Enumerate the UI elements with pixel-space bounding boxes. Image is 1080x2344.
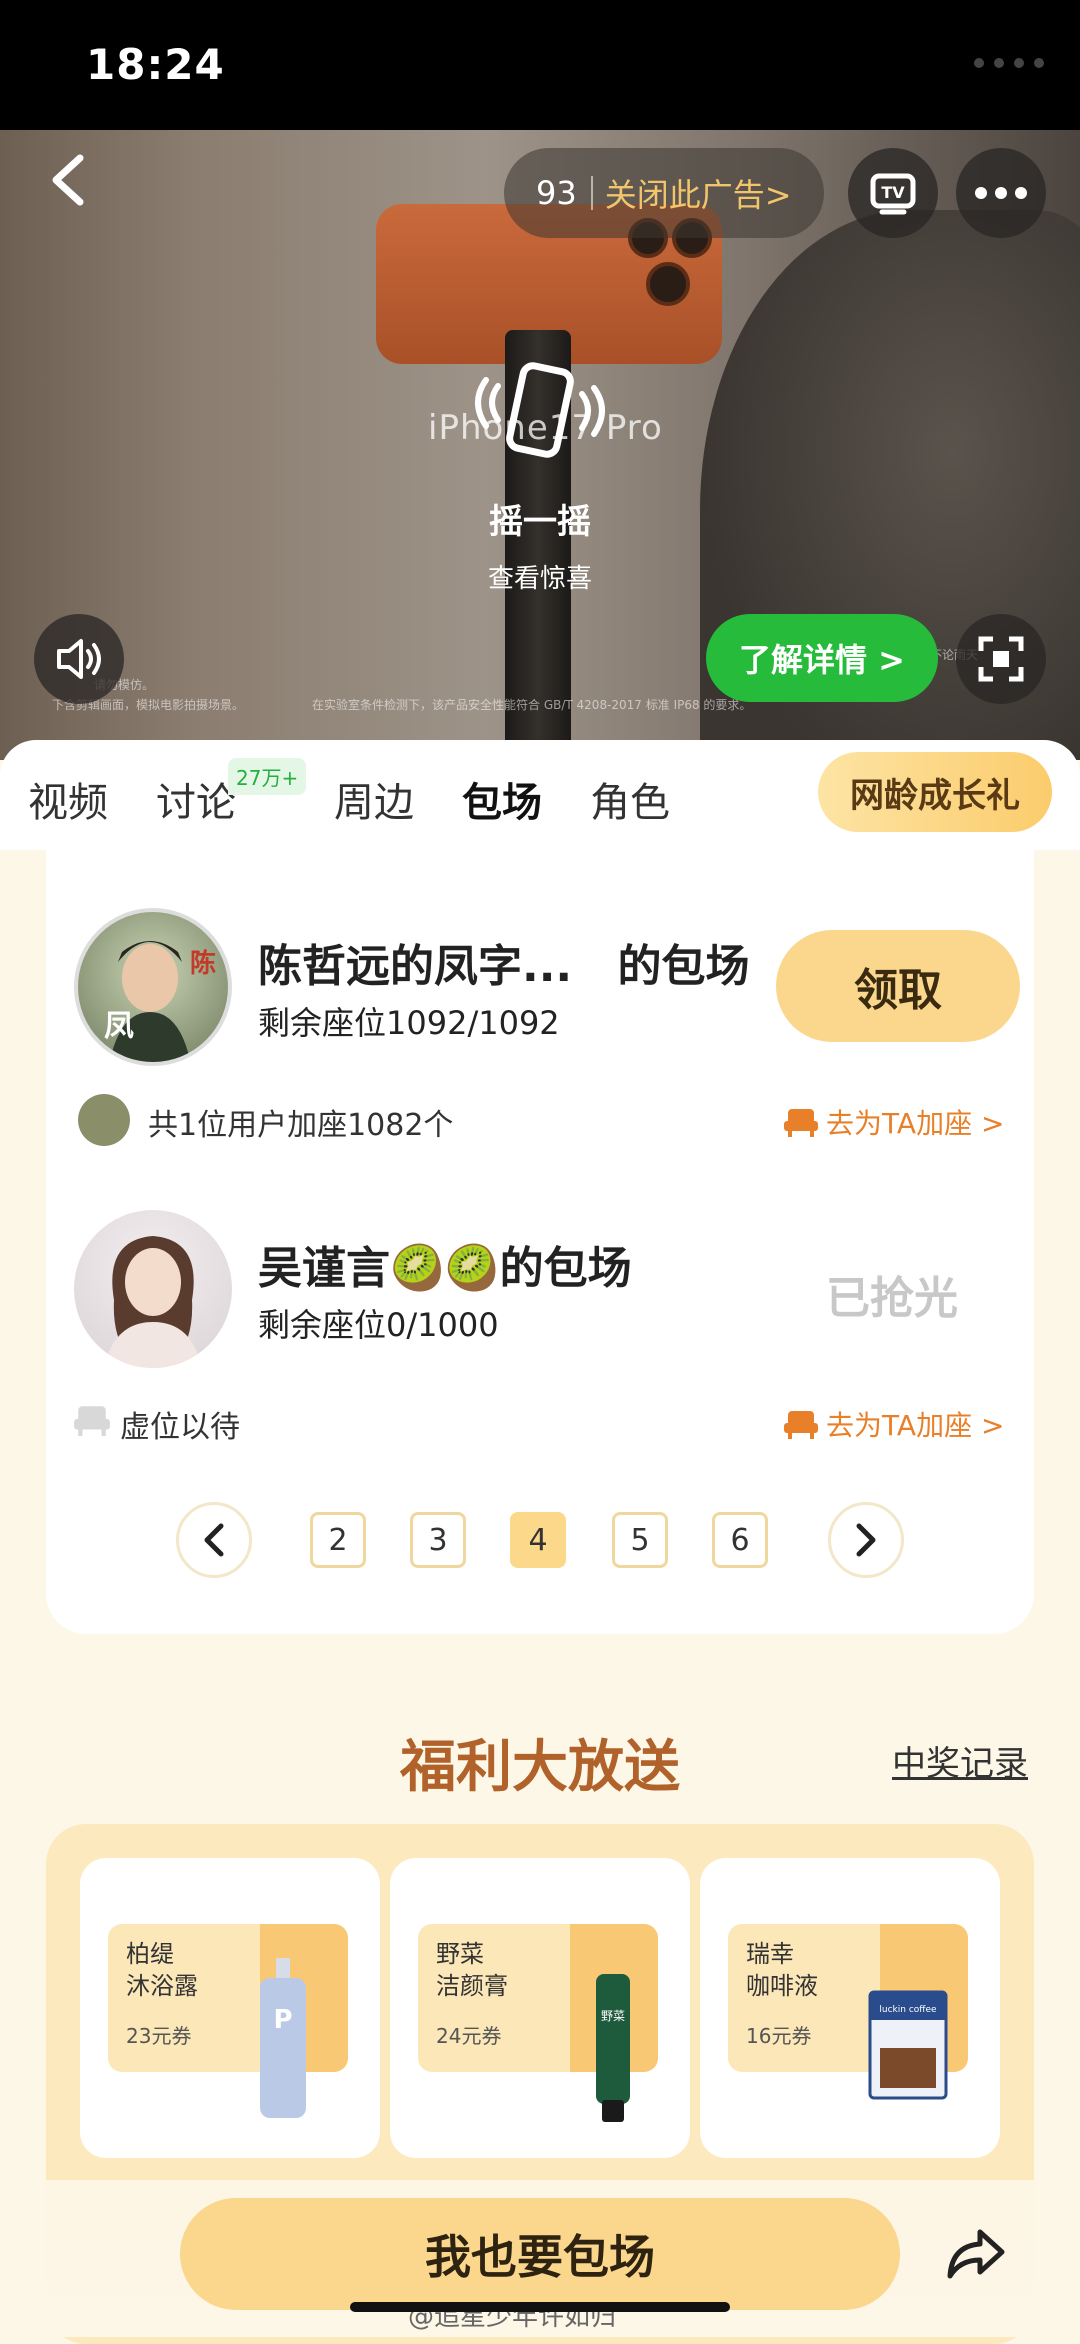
status-time: 18:24: [86, 40, 225, 89]
seat-empty-note: 虚位以待: [120, 1410, 240, 1445]
chevron-right-icon: [856, 1523, 876, 1557]
tv-icon: TV: [870, 173, 916, 215]
booking-title-suffix: 的包场: [617, 941, 750, 992]
body-wash-bottle-image: P: [260, 1958, 306, 2118]
tab-discussion[interactable]: 讨论: [156, 770, 236, 828]
add-seat-link-label: 去为TA加座 >: [826, 1409, 1005, 1442]
chevron-left-icon: [204, 1523, 224, 1557]
add-seat-link[interactable]: 去为TA加座 >: [784, 1102, 1004, 1142]
fullscreen-icon: [978, 636, 1024, 682]
booking-title: 吴谨言🥝🥝的包场: [258, 1243, 632, 1294]
more-dots-icon: [975, 187, 1027, 199]
seats-remaining: 剩余座位0/1000: [258, 1306, 499, 1344]
prize-card[interactable]: 瑞幸 咖啡液 16元券 luckin coffee: [700, 1858, 1000, 2158]
sold-out-label: 已抢光: [826, 1273, 958, 1324]
coffee-box-image: luckin coffee: [868, 1990, 948, 2100]
pager-page[interactable]: 6: [712, 1512, 768, 1568]
shake-subtitle: 查看惊喜: [487, 564, 592, 594]
prize-records-link[interactable]: 中奖记录: [892, 1736, 1028, 1785]
small-avatar: [78, 1094, 130, 1146]
coupon: 柏缇 沐浴露 23元券: [108, 1924, 348, 2072]
add-seat-link-label: 去为TA加座 >: [826, 1107, 1005, 1140]
book-screening-button[interactable]: 我也要包场: [180, 2198, 900, 2310]
shake-phone-icon: [475, 362, 605, 458]
mute-button[interactable]: [34, 614, 124, 704]
status-icons: [974, 58, 1044, 68]
prize-price: 24元券: [436, 2024, 502, 2048]
prize-price: 23元券: [126, 2024, 192, 2048]
seat-add-note: 共1位用户加座1082个: [148, 1108, 454, 1143]
seat-icon: [784, 1411, 818, 1439]
svg-text:凤: 凤: [104, 1009, 134, 1044]
status-bar: 18:24: [0, 0, 1080, 130]
svg-text:luckin coffee: luckin coffee: [879, 2005, 937, 2015]
prize-name: 柏缇 沐浴露: [126, 1940, 198, 2000]
home-indicator: [350, 2302, 730, 2312]
booking-title: 陈哲远的凤字... 的包场: [258, 930, 749, 994]
booking-title-name: 陈哲远的凤字...: [258, 941, 573, 992]
close-ad-label: 关闭此广告>: [604, 176, 792, 214]
avatar[interactable]: [74, 1210, 232, 1368]
more-options-button[interactable]: [956, 148, 1046, 238]
avatar[interactable]: 陈 凤: [74, 908, 232, 1066]
shake-title: 摇一摇: [489, 502, 591, 542]
tv-cast-button[interactable]: TV: [848, 148, 938, 238]
pager-page-current[interactable]: 4: [510, 1512, 566, 1568]
pager-next-button[interactable]: [828, 1502, 904, 1578]
pager-page[interactable]: 2: [310, 1512, 366, 1568]
learn-more-button[interactable]: 了解详情 >: [706, 614, 938, 702]
cleanser-tube-image: 野菜: [596, 1974, 630, 2122]
svg-text:陈: 陈: [190, 948, 216, 979]
pager-page[interactable]: 5: [612, 1512, 668, 1568]
seats-remaining: 剩余座位1092/1092: [258, 1004, 560, 1042]
prize-name: 瑞幸 咖啡液: [746, 1940, 818, 2000]
speaker-icon: [57, 639, 101, 679]
discussion-count-badge: 27万+: [228, 758, 307, 795]
pager-prev-button[interactable]: [176, 1502, 252, 1578]
back-arrow-icon[interactable]: [44, 150, 94, 210]
tab-merch[interactable]: 周边: [334, 770, 414, 828]
tab-bar: 视频 讨论 27万+ 周边 包场 角色 网龄成长礼: [0, 740, 1080, 850]
svg-text:野菜: 野菜: [601, 2009, 625, 2023]
add-seat-link[interactable]: 去为TA加座 >: [784, 1404, 1004, 1444]
prize-name: 野菜 洁颜膏: [436, 1940, 508, 2000]
tab-booking[interactable]: 包场: [462, 770, 542, 828]
tab-characters[interactable]: 角色: [590, 770, 670, 828]
ad-fine-print: 在实验室条件检测下，该产品安全性能符合 GB/T 4208-2017 标准 IP…: [312, 698, 752, 712]
svg-text:P: P: [273, 2005, 292, 2035]
tab-video[interactable]: 视频: [28, 770, 108, 828]
seat-icon: [784, 1109, 818, 1137]
prize-card[interactable]: 柏缇 沐浴露 23元券 P: [80, 1858, 380, 2158]
prize-price: 16元券: [746, 2024, 812, 2048]
fullscreen-button[interactable]: [956, 614, 1046, 704]
portrait-avatar-image: [104, 1236, 202, 1368]
close-ad-button[interactable]: 93 关闭此广告>: [504, 148, 824, 238]
prize-card[interactable]: 野菜 洁颜膏 24元券 野菜: [390, 1858, 690, 2158]
ad-countdown: 93: [536, 174, 577, 212]
seat-icon: [74, 1406, 110, 1436]
growth-gift-button[interactable]: 网龄成长礼: [818, 752, 1052, 832]
pager-page[interactable]: 3: [410, 1512, 466, 1568]
svg-text:TV: TV: [881, 183, 905, 202]
share-icon[interactable]: [944, 2222, 1008, 2286]
claim-button[interactable]: 领取: [776, 930, 1020, 1042]
